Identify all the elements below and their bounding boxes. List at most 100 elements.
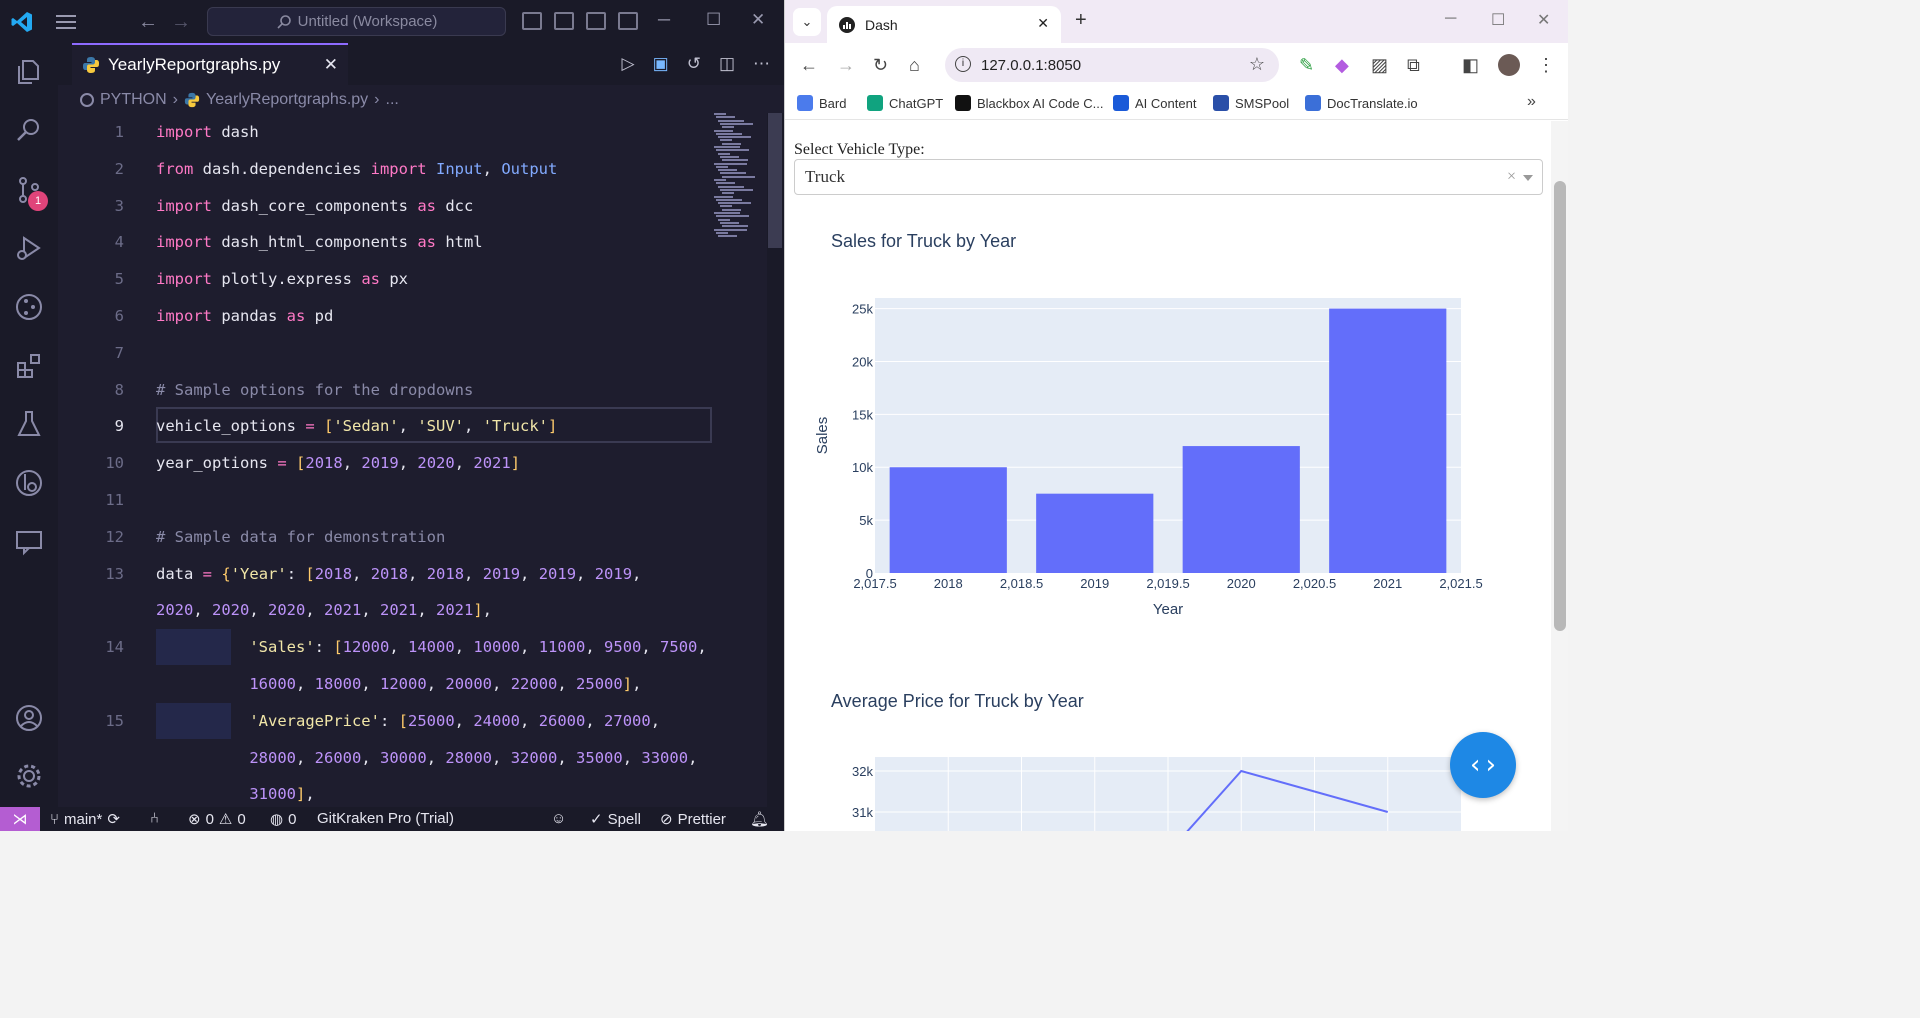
close-chrome-tab-icon[interactable]: ✕ (1037, 15, 1049, 32)
code-line[interactable]: 5 import plotly.express as px (58, 261, 714, 297)
code-line[interactable]: 7 (58, 335, 714, 371)
live-preview-icon[interactable]: ▣ (653, 54, 669, 74)
code-line[interactable]: 4 import dash_html_components as html (58, 224, 714, 260)
command-center-search[interactable]: Untitled (Workspace) (207, 7, 506, 36)
settings-gear-icon[interactable] (14, 761, 44, 791)
site-info-icon[interactable]: i (955, 56, 971, 72)
dev-tools-code-button[interactable]: ‹ › (1450, 732, 1516, 798)
gitkraken-status[interactable]: GitKraken Pro (Trial) (317, 810, 454, 827)
profile-avatar[interactable] (1498, 54, 1520, 76)
maximize-icon[interactable]: ☐ (706, 10, 721, 30)
extension-pen-icon[interactable]: ✎ (1299, 55, 1314, 76)
close-window-icon[interactable]: ✕ (1537, 10, 1550, 30)
code-line[interactable]: 16000, 18000, 12000, 20000, 22000, 25000… (58, 666, 714, 702)
home-icon[interactable]: ⌂ (909, 55, 920, 76)
code-editor[interactable]: 1 import dash 2 from dash.dependencies impo… (58, 113, 714, 807)
code-line[interactable]: 28000, 26000, 30000, 28000, 32000, 35000… (58, 740, 714, 776)
new-tab-plus-icon[interactable]: + (1075, 9, 1087, 32)
customize-layout-icon[interactable] (618, 12, 638, 30)
hamburger-menu-icon[interactable] (54, 12, 78, 32)
sales-bar-chart[interactable]: Sales for Truck by Year05k10k15k20k25k2,… (785, 221, 1551, 641)
minimap[interactable] (714, 113, 766, 243)
back-arrow-icon[interactable]: ← (138, 11, 158, 34)
extensions-icon[interactable] (14, 351, 44, 381)
split-editor-icon[interactable]: ◫ (719, 54, 735, 74)
testing-flask-icon[interactable] (14, 409, 44, 439)
side-panel-icon[interactable]: ◧ (1462, 55, 1479, 76)
code-line[interactable]: 3 import dash_core_components as dcc (58, 188, 714, 224)
code-line[interactable]: 12 # Sample data for demonstration (58, 519, 714, 555)
bookmark-item[interactable]: DocTranslate.io (1305, 95, 1418, 111)
editor-scrollbar[interactable] (767, 113, 784, 807)
explorer-icon[interactable] (14, 57, 44, 87)
code-line[interactable]: 10 year_options = [2018, 2019, 2020, 2021… (58, 445, 714, 481)
extension-puzzle-color-icon[interactable]: ◆ (1335, 55, 1349, 76)
forward-arrow-icon[interactable]: → (171, 11, 191, 34)
remote-indicator-icon[interactable]: ⋊ (0, 807, 40, 831)
code-line[interactable]: 2020, 2020, 2020, 2021, 2021, 2021], (58, 592, 714, 628)
code-line[interactable]: 14 'Sales': [12000, 14000, 10000, 11000,… (58, 629, 714, 665)
close-tab-icon[interactable]: ✕ (324, 55, 338, 75)
code-line[interactable]: 31000], (58, 776, 714, 807)
notifications-bell-icon[interactable]: 🔔︎ (750, 810, 769, 828)
code-line[interactable]: 9 vehicle_options = ['Sedan', 'SUV', 'Tru… (58, 408, 714, 444)
toggle-primary-sidebar-icon[interactable] (522, 12, 542, 30)
maximize-icon[interactable]: ☐ (1491, 10, 1505, 30)
code-line[interactable]: 13 data = {'Year': [2018, 2018, 2018, 201… (58, 556, 714, 592)
gitkraken-icon[interactable] (14, 292, 44, 322)
back-icon[interactable]: ← (800, 55, 818, 76)
code-line[interactable]: 2 from dash.dependencies import Input, Ou… (58, 151, 714, 187)
breadcrumb-more[interactable]: ... (386, 91, 399, 109)
breadcrumb-folder[interactable]: PYTHON (100, 91, 167, 109)
toggle-panel-icon[interactable] (554, 12, 574, 30)
copilot-icon[interactable]: ☺ (551, 810, 566, 827)
git-compare-icon[interactable]: ⑃ (150, 810, 159, 827)
timeline-history-icon[interactable]: ↺ (687, 54, 701, 74)
vehicle-type-dropdown[interactable]: Truck × (794, 159, 1543, 195)
bookmark-star-icon[interactable]: ☆ (1249, 54, 1265, 75)
dropdown-arrow-icon[interactable] (1523, 175, 1533, 181)
prettier-status[interactable]: ⊘ Prettier (660, 810, 726, 829)
account-icon[interactable] (14, 703, 44, 733)
tab-yearlyreportgraphs[interactable]: YearlyReportgraphs.py ✕ (72, 43, 348, 85)
image-icon[interactable]: ▨ (1371, 55, 1388, 76)
code-line[interactable]: 1 import dash (58, 114, 714, 150)
editor-scrollbar-thumb[interactable] (768, 113, 782, 248)
page-scrollbar-thumb[interactable] (1554, 181, 1566, 631)
bookmark-item[interactable]: AI Content (1113, 95, 1196, 111)
toggle-secondary-sidebar-icon[interactable] (586, 12, 606, 30)
code-line[interactable]: 15 'AveragePrice': [25000, 24000, 26000,… (58, 703, 714, 739)
ports-status[interactable]: ◍ 0 (270, 810, 296, 829)
close-window-icon[interactable]: ✕ (751, 10, 765, 30)
run-python-file-icon[interactable]: ▷ (622, 54, 635, 74)
page-scrollbar[interactable] (1551, 121, 1568, 831)
git-graph-icon[interactable] (14, 468, 44, 498)
code-line[interactable]: 8 # Sample options for the dropdowns (58, 372, 714, 408)
extensions-puzzle-icon[interactable]: ⧉ (1407, 55, 1420, 76)
problems-status[interactable]: ⊗ 0 ⚠ 0 (188, 810, 246, 829)
chrome-tab-dash[interactable]: Dash ✕ (827, 6, 1061, 43)
breadcrumb-file[interactable]: YearlyReportgraphs.py (206, 91, 368, 109)
code-line[interactable]: 6 import pandas as pd (58, 298, 714, 334)
clear-selection-icon[interactable]: × (1507, 168, 1516, 186)
more-bookmarks-icon[interactable]: » (1527, 93, 1536, 111)
address-bar[interactable]: i 127.0.0.1:8050 ☆ (945, 48, 1279, 82)
run-debug-icon[interactable] (14, 233, 44, 263)
minimize-icon[interactable]: ─ (1445, 10, 1456, 28)
forward-icon[interactable]: → (837, 55, 855, 76)
remote-explorer-icon[interactable] (14, 527, 44, 557)
bookmark-item[interactable]: Blackbox AI Code C... (955, 95, 1103, 111)
chrome-menu-icon[interactable]: ⋮ (1537, 55, 1555, 76)
spell-status[interactable]: ✓ Spell (590, 810, 641, 829)
tab-search-chevron-icon[interactable]: ⌄ (793, 8, 821, 36)
branch-status[interactable]: ⑂ main* ⟳ (50, 810, 120, 829)
more-actions-icon[interactable]: ⋯ (753, 54, 770, 74)
bookmark-item[interactable]: SMSPool (1213, 95, 1289, 111)
search-sidebar-icon[interactable] (14, 115, 44, 145)
reload-icon[interactable]: ↻ (873, 55, 888, 76)
code-line[interactable]: 11 (58, 482, 714, 518)
average-price-line-chart[interactable]: Average Price for Truck by Year 31k 32k (785, 681, 1551, 831)
bookmark-item[interactable]: Bard (797, 95, 846, 111)
bookmark-item[interactable]: ChatGPT (867, 95, 943, 111)
minimize-icon[interactable]: ─ (658, 10, 670, 30)
